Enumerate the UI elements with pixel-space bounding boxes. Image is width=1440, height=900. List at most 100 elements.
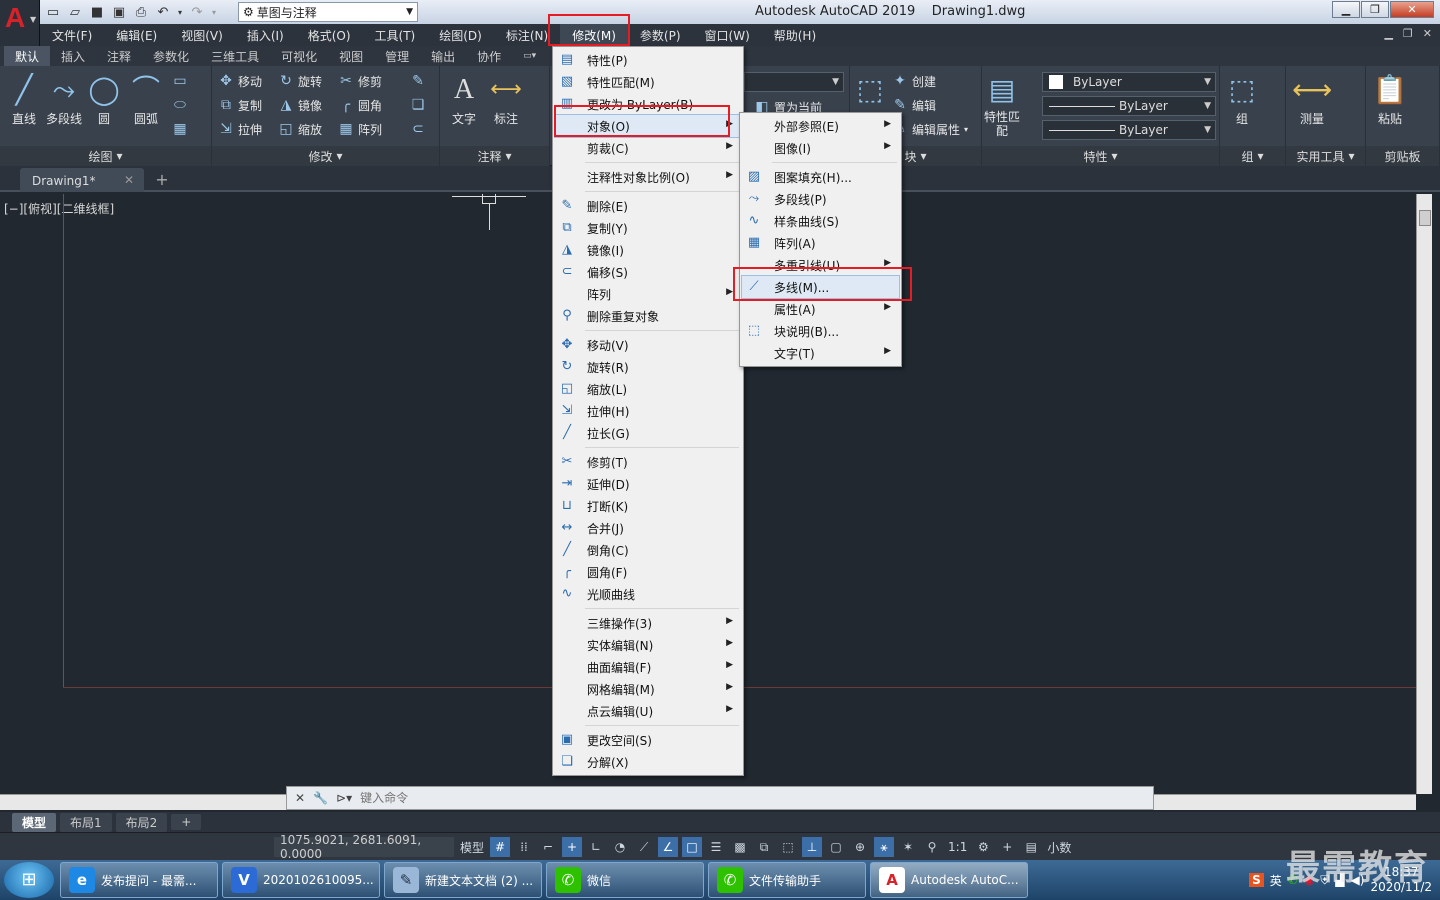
sogou-ime-icon[interactable]: S bbox=[1249, 873, 1264, 887]
gizmo-icon[interactable]: ⊕ bbox=[850, 837, 870, 857]
modify-menu-item-13[interactable]: ⚲ 删除重复对象 bbox=[555, 305, 741, 327]
menu-file[interactable]: 文件(F) bbox=[40, 24, 104, 46]
insert-block-button[interactable]: ⬚ bbox=[850, 70, 890, 110]
modify-menu-item-29[interactable]: 三维操作(3) ▶ bbox=[555, 612, 741, 634]
ortho-icon[interactable]: ∟ bbox=[586, 837, 606, 857]
plus-icon[interactable]: + bbox=[997, 837, 1017, 857]
doc-restore-icon[interactable]: ❐ bbox=[1403, 27, 1413, 40]
menu-edit[interactable]: 编辑(E) bbox=[104, 24, 169, 46]
taskbar-item-autocad[interactable]: A Autodesk AutoC... bbox=[870, 862, 1028, 898]
tab-view[interactable]: 视图 bbox=[328, 46, 374, 66]
line-button[interactable]: ╱ 直线 bbox=[4, 70, 44, 127]
redo-dropdown-icon[interactable]: ▾ bbox=[210, 3, 218, 21]
taskbar-item-video[interactable]: V 2020102610095... bbox=[222, 862, 380, 898]
annotation-scale-value[interactable]: 1:1 bbox=[946, 837, 969, 857]
modify-menu-item-23[interactable]: ⊔ 打断(K) bbox=[555, 495, 741, 517]
object-snap-tracking-icon[interactable]: ∠ bbox=[658, 837, 679, 857]
object-submenu-item-4[interactable]: ⤳ 多段线(P) bbox=[742, 188, 899, 210]
text-button[interactable]: A 文字 bbox=[444, 70, 484, 127]
tab-insert[interactable]: 插入 bbox=[50, 46, 96, 66]
modify-menu-item-8[interactable]: ✎ 删除(E) bbox=[555, 195, 741, 217]
menu-dimension[interactable]: 标注(N) bbox=[494, 24, 560, 46]
modify-menu-item-35[interactable]: ▣ 更改空间(S) bbox=[555, 729, 741, 751]
modify-menu-item-2[interactable]: ▥ 更改为 ByLayer(B) bbox=[555, 93, 741, 115]
modify-menu-item-30[interactable]: 实体编辑(N) ▶ bbox=[555, 634, 741, 656]
auto-scale-icon[interactable]: ✶ bbox=[898, 837, 918, 857]
tab-layout1[interactable]: 布局1 bbox=[60, 812, 112, 832]
doc-close-icon[interactable]: ✕ bbox=[1423, 27, 1432, 40]
save-as-icon[interactable]: ▣ bbox=[110, 3, 128, 21]
mirror-button[interactable]: ◮ 镜像 bbox=[278, 94, 322, 116]
object-submenu-item-3[interactable]: ▨ 图案填充(H)... bbox=[742, 166, 899, 188]
modify-menu-item-31[interactable]: 曲面编辑(F) ▶ bbox=[555, 656, 741, 678]
tab-drawing1[interactable]: Drawing1* ✕ bbox=[20, 168, 144, 192]
object-submenu-item-11[interactable]: 文字(T) ▶ bbox=[742, 342, 899, 364]
ime-mode[interactable]: 英 bbox=[1270, 872, 1282, 889]
object-submenu-item-7[interactable]: 多重引线(U) ▶ bbox=[742, 254, 899, 276]
dynamic-ucs-icon[interactable]: ⊥ bbox=[802, 837, 823, 857]
menu-window[interactable]: 窗口(W) bbox=[693, 24, 762, 46]
modify-menu-item-24[interactable]: ↔ 合并(J) bbox=[555, 517, 741, 539]
modify-menu-item-3[interactable]: 对象(O) ▶ bbox=[554, 114, 742, 138]
group-button[interactable]: ⬚ 组 bbox=[1222, 70, 1262, 127]
close-icon[interactable]: ✕ bbox=[295, 791, 305, 805]
units-value[interactable]: 小数 bbox=[1045, 837, 1073, 857]
panel-draw-title[interactable]: 绘图 ▾ bbox=[0, 146, 211, 166]
modify-menu-item-32[interactable]: 网格编辑(M) ▶ bbox=[555, 678, 741, 700]
tab-annotate[interactable]: 注释 bbox=[96, 46, 142, 66]
snap-icon[interactable]: ⁞⁞ bbox=[514, 837, 534, 857]
menu-parametric[interactable]: 参数(P) bbox=[628, 24, 693, 46]
tab-parametric[interactable]: 参数化 bbox=[142, 46, 200, 66]
menu-format[interactable]: 格式(O) bbox=[296, 24, 363, 46]
units-icon[interactable]: ▤ bbox=[1021, 837, 1041, 857]
menu-tools[interactable]: 工具(T) bbox=[363, 24, 428, 46]
menu-insert[interactable]: 插入(I) bbox=[235, 24, 296, 46]
new-tab-button[interactable]: + bbox=[150, 170, 174, 190]
modify-menu-item-19[interactable]: ╱ 拉长(G) bbox=[555, 422, 741, 444]
panel-properties-title[interactable]: 特性 ▾ bbox=[982, 146, 1219, 166]
open-folder-icon[interactable]: ▱ bbox=[66, 3, 84, 21]
move-button[interactable]: ✥ 移动 bbox=[218, 70, 262, 92]
polyline-button[interactable]: ⤳ 多段线 bbox=[44, 70, 84, 127]
panel-groups-title[interactable]: 组 ▾ bbox=[1220, 146, 1285, 166]
minimize-button[interactable]: ▁ bbox=[1332, 1, 1360, 18]
close-button[interactable]: ✕ bbox=[1390, 1, 1434, 18]
trim-button[interactable]: ✂ 修剪 bbox=[338, 70, 382, 92]
plot-icon[interactable]: ⎙ bbox=[132, 3, 150, 21]
panel-modify-title[interactable]: 修改 ▾ bbox=[212, 146, 439, 166]
color-dropdown[interactable]: ByLayer ▼ bbox=[1042, 72, 1216, 92]
arc-button[interactable]: ⌒ 圆弧 bbox=[126, 70, 166, 127]
tab-collaborate[interactable]: 协作 bbox=[466, 46, 512, 66]
modify-menu-item-16[interactable]: ↻ 旋转(R) bbox=[555, 356, 741, 378]
annotation-scale-icon[interactable]: ⚲ bbox=[922, 837, 942, 857]
model-space-button[interactable]: 模型 bbox=[458, 837, 486, 857]
scale-button[interactable]: ◱ 缩放 bbox=[278, 118, 322, 140]
stretch-button[interactable]: ⇲ 拉伸 bbox=[218, 118, 262, 140]
new-file-icon[interactable]: ▭ bbox=[44, 3, 62, 21]
gear-icon[interactable]: ⚙ bbox=[973, 837, 993, 857]
doc-minimize-icon[interactable]: ▁ bbox=[1384, 27, 1392, 40]
circle-button[interactable]: ◯ 圆 bbox=[84, 70, 124, 127]
coordinates-readout[interactable]: 1075.9021, 2681.6091, 0.0000 bbox=[274, 833, 454, 861]
modify-menu-item-6[interactable]: 注释性对象比例(O) ▶ bbox=[555, 166, 741, 188]
dimension-button[interactable]: ⟷ 标注 bbox=[486, 70, 526, 127]
undo-dropdown-icon[interactable]: ▾ bbox=[176, 3, 184, 21]
transparency-icon[interactable]: ▩ bbox=[730, 837, 750, 857]
taskbar-item-file-transfer[interactable]: ✆ 文件传输助手 bbox=[708, 862, 866, 898]
scroll-thumb[interactable] bbox=[1419, 210, 1431, 226]
vertical-scrollbar[interactable] bbox=[1416, 194, 1432, 794]
menu-view[interactable]: 视图(V) bbox=[169, 24, 235, 46]
modify-menu-item-26[interactable]: ╭ 圆角(F) bbox=[555, 561, 741, 583]
taskbar-item-notepad[interactable]: ✎ 新建文本文档 (2) ... bbox=[384, 862, 542, 898]
tab-manage[interactable]: 管理 bbox=[374, 46, 420, 66]
command-prompt-icon[interactable]: ⊳▾ bbox=[336, 791, 352, 805]
taskbar-item-browser[interactable]: e 发布提问 - 最需... bbox=[60, 862, 218, 898]
object-submenu-item-0[interactable]: 外部参照(E) ▶ bbox=[742, 115, 899, 137]
hatch-button[interactable]: ▦ bbox=[172, 118, 188, 140]
isodraft-icon[interactable]: ⟋ bbox=[634, 837, 654, 857]
erase-button[interactable]: ✎ bbox=[410, 70, 426, 92]
taskbar-item-wechat[interactable]: ✆ 微信 bbox=[546, 862, 704, 898]
grid-icon[interactable]: # bbox=[490, 837, 511, 857]
tab-visualize[interactable]: 可视化 bbox=[270, 46, 328, 66]
create-block-button[interactable]: ✦ 创建 bbox=[892, 70, 936, 92]
